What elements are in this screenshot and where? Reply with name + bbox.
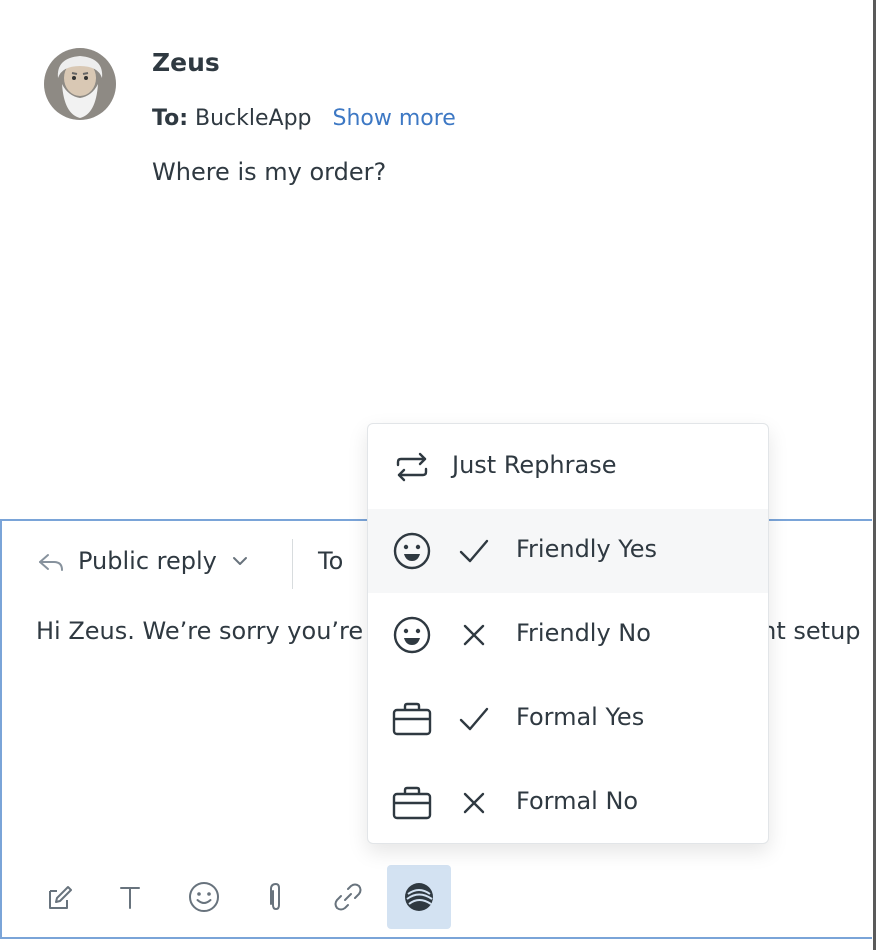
to-prefix: To: <box>152 106 188 131</box>
ai-tone-menu: Just Rephrase Friendly Yes Friendly No F… <box>367 423 769 844</box>
message-body: Where is my order? <box>152 158 387 186</box>
menu-item-label: Friendly Yes <box>516 535 658 563</box>
compose-button[interactable] <box>28 865 92 929</box>
menu-item-formal-no[interactable]: Formal No <box>368 761 768 845</box>
text-format-icon <box>120 887 140 909</box>
check-icon <box>454 531 494 571</box>
sender-name: Zeus <box>152 48 220 77</box>
avatar[interactable] <box>44 48 116 120</box>
composer-toolbar <box>2 865 874 929</box>
reply-arrow-icon <box>39 554 63 571</box>
emoji-icon <box>189 882 219 912</box>
to-field-label[interactable]: To <box>318 547 343 575</box>
x-icon <box>454 783 494 823</box>
briefcase-icon <box>390 697 434 741</box>
briefcase-icon <box>390 781 434 825</box>
menu-item-label: Formal Yes <box>516 703 645 731</box>
draft-text-end: nt setup <box>761 617 861 645</box>
zeus-avatar-icon <box>44 48 116 120</box>
compose-icon <box>49 886 72 909</box>
check-icon <box>454 699 494 739</box>
text-format-button[interactable] <box>98 865 162 929</box>
chevron-down-icon <box>232 557 247 565</box>
menu-item-label: Formal No <box>516 787 639 815</box>
ai-tone-icon <box>405 883 433 911</box>
menu-item-label: Just Rephrase <box>452 451 617 479</box>
draft-text-start: Hi Zeus. We’re sorry you’re <box>36 617 364 645</box>
recipient-name: BuckleApp <box>195 106 312 131</box>
reply-type-label: Public reply <box>78 547 217 575</box>
emoji-button[interactable] <box>172 865 236 929</box>
attachment-button[interactable] <box>244 865 308 929</box>
link-icon <box>334 883 362 911</box>
menu-item-friendly-yes[interactable]: Friendly Yes <box>368 509 768 593</box>
attachment-icon <box>270 882 280 911</box>
smile-icon <box>390 529 434 573</box>
menu-item-friendly-no[interactable]: Friendly No <box>368 593 768 677</box>
ticket-conversation: Zeus To: BuckleApp Show more Where is my… <box>0 0 876 950</box>
menu-item-formal-yes[interactable]: Formal Yes <box>368 677 768 761</box>
reply-type-dropdown[interactable]: Public reply <box>36 547 249 575</box>
recipient-line: To: BuckleApp Show more <box>152 106 456 131</box>
x-icon <box>454 615 494 655</box>
menu-item-label: Friendly No <box>516 619 651 647</box>
menu-item-just-rephrase[interactable]: Just Rephrase <box>368 425 768 509</box>
link-button[interactable] <box>316 865 380 929</box>
rephrase-icon <box>390 445 434 489</box>
show-more-link[interactable]: Show more <box>333 106 456 131</box>
smile-icon <box>390 613 434 657</box>
header-divider <box>292 539 293 589</box>
ai-tone-button[interactable] <box>387 865 451 929</box>
